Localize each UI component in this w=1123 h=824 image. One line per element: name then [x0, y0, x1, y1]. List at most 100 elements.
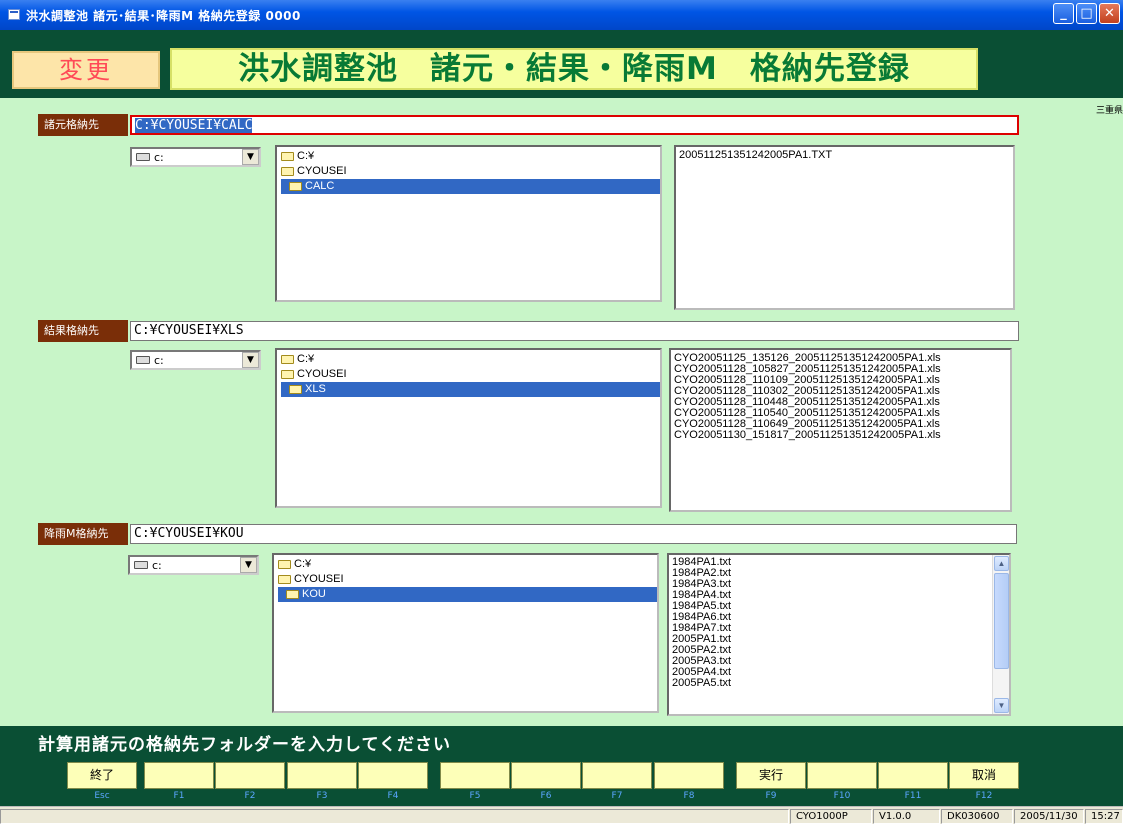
folder-open-icon	[281, 355, 294, 364]
page-title: 洪水調整池 諸元・結果・降雨M 格納先登録	[170, 48, 978, 90]
fkey-esc-caption: Esc	[94, 791, 110, 801]
tree-node-cyousei[interactable]: CYOUSEI	[281, 367, 347, 382]
tree-node-root[interactable]: C:¥	[281, 352, 314, 367]
results-folder-label: 結果格納先	[38, 320, 128, 342]
results-folder-tree[interactable]: C:¥ CYOUSEI XLS	[275, 348, 662, 508]
results-drive-value: c:	[154, 354, 164, 367]
drive-icon	[136, 153, 150, 161]
tree-node-selected[interactable]: KOU	[278, 587, 657, 602]
tree-node-cyousei[interactable]: CYOUSEI	[278, 572, 344, 587]
rain-file-list[interactable]: 1984PA1.txt 1984PA2.txt 1984PA3.txt 1984…	[667, 553, 1011, 716]
folder-open-icon	[289, 182, 302, 191]
fkey-f10-caption: F10	[833, 791, 851, 801]
close-button[interactable]: ✕	[1099, 3, 1120, 24]
chevron-up-icon: ▲	[997, 559, 1006, 568]
folder-open-icon	[289, 385, 302, 394]
specs-drive-select[interactable]: c: ▼	[130, 147, 261, 167]
fkey-f10-button[interactable]	[807, 762, 877, 789]
list-item[interactable]: 200511251351242005PA1.TXT	[679, 150, 832, 161]
fkey-f4-caption: F4	[387, 791, 399, 801]
specs-folder-tree[interactable]: C:¥ CYOUSEI CALC	[275, 145, 662, 302]
fkey-f5-button[interactable]	[440, 762, 510, 789]
fkey-f9-caption: F9	[765, 791, 777, 801]
fkey-f5-caption: F5	[469, 791, 481, 801]
fkey-f6-caption: F6	[540, 791, 552, 801]
rain-path-text: C:¥CYOUSEI¥KOU	[134, 526, 244, 541]
specs-drive-value: c:	[154, 151, 164, 164]
window-title: 洪水調整池 諸元･結果･降雨M 格納先登録 0000	[26, 9, 301, 23]
drive-icon	[136, 356, 150, 364]
app-icon[interactable]	[8, 9, 20, 20]
fkey-f11-caption: F11	[904, 791, 922, 801]
specs-folder-label: 諸元格納先	[38, 114, 128, 136]
fkey-f3-button[interactable]	[287, 762, 357, 789]
chevron-down-icon[interactable]: ▼	[240, 557, 257, 573]
minimize-icon: _	[1060, 6, 1067, 21]
fkey-f7-button[interactable]	[582, 762, 652, 789]
fkey-f12-caption: F12	[975, 791, 993, 801]
rain-folder-tree[interactable]: C:¥ CYOUSEI KOU	[272, 553, 659, 713]
list-item[interactable]: CYO20051130_151817_200511251351242005PA1…	[674, 430, 941, 441]
rain-drive-value: c:	[152, 559, 162, 572]
mode-badge: 変更	[12, 51, 160, 89]
tree-node-root[interactable]: C:¥	[278, 557, 311, 572]
region-label: 三重県	[1095, 106, 1123, 116]
tree-node-root[interactable]: C:¥	[281, 149, 314, 164]
fkey-esc-button[interactable]: 終了	[67, 762, 137, 789]
chevron-down-icon[interactable]: ▼	[242, 149, 259, 165]
fkey-f9-button[interactable]: 実行	[736, 762, 806, 789]
chevron-down-icon: ▼	[997, 701, 1006, 710]
fkey-f8-caption: F8	[683, 791, 695, 801]
status-message: 計算用諸元の格納先フォルダーを入力してください	[38, 735, 451, 755]
specs-path-input[interactable]: C:¥CYOUSEI¥CALC	[130, 115, 1019, 135]
folder-open-icon	[281, 370, 294, 379]
minimize-button[interactable]: _	[1053, 3, 1074, 24]
tree-node-cyousei[interactable]: CYOUSEI	[281, 164, 347, 179]
drive-icon	[134, 561, 148, 569]
folder-open-icon	[278, 575, 291, 584]
vertical-scrollbar[interactable]: ▲ ▼	[992, 555, 1009, 714]
results-file-list[interactable]: CYO20051125_135126_200511251351242005PA1…	[669, 348, 1012, 512]
header-band: 変更 洪水調整池 諸元・結果・降雨M 格納先登録	[0, 30, 1123, 98]
fkey-f6-button[interactable]	[511, 762, 581, 789]
folder-open-icon	[281, 152, 294, 161]
fkey-f3-caption: F3	[316, 791, 328, 801]
status-time: 15:27	[1085, 809, 1123, 824]
status-cell-blank	[0, 809, 789, 824]
status-date: 2005/11/30	[1014, 809, 1084, 824]
specs-path-text: C:¥CYOUSEI¥CALC	[135, 118, 253, 133]
list-item[interactable]: 2005PA5.txt	[672, 678, 731, 689]
fkey-f1-button[interactable]	[144, 762, 214, 789]
fkey-f11-button[interactable]	[878, 762, 948, 789]
rain-drive-select[interactable]: c: ▼	[128, 555, 259, 575]
program-id: CYO1000P	[790, 809, 872, 824]
system-code: DK030600	[941, 809, 1013, 824]
rain-path-input[interactable]: C:¥CYOUSEI¥KOU	[130, 524, 1017, 544]
folder-open-icon	[286, 590, 299, 599]
results-path-input[interactable]: C:¥CYOUSEI¥XLS	[130, 321, 1019, 341]
fkey-f7-caption: F7	[611, 791, 623, 801]
scroll-thumb[interactable]	[994, 573, 1009, 669]
scroll-down-button[interactable]: ▼	[994, 698, 1009, 713]
tree-node-selected[interactable]: XLS	[281, 382, 660, 397]
maximize-icon: □	[1080, 6, 1093, 21]
rain-folder-label: 降雨M格納先	[38, 523, 128, 545]
chevron-down-icon[interactable]: ▼	[242, 352, 259, 368]
results-path-text: C:¥CYOUSEI¥XLS	[134, 323, 244, 338]
tree-node-selected[interactable]: CALC	[281, 179, 660, 194]
close-icon: ✕	[1104, 6, 1115, 21]
version: V1.0.0	[873, 809, 940, 824]
fkey-f2-caption: F2	[244, 791, 256, 801]
maximize-button[interactable]: □	[1076, 3, 1097, 24]
fkey-f8-button[interactable]	[654, 762, 724, 789]
specs-file-list[interactable]: 200511251351242005PA1.TXT	[674, 145, 1015, 310]
fkey-f1-caption: F1	[173, 791, 185, 801]
fkey-f4-button[interactable]	[358, 762, 428, 789]
title-bar: 洪水調整池 諸元･結果･降雨M 格納先登録 0000 _ □ ✕	[0, 0, 1123, 30]
scroll-up-button[interactable]: ▲	[994, 556, 1009, 571]
status-bar: CYO1000P V1.0.0 DK030600 2005/11/30 15:2…	[0, 806, 1123, 824]
results-drive-select[interactable]: c: ▼	[130, 350, 261, 370]
fkey-f12-button[interactable]: 取消	[949, 762, 1019, 789]
folder-open-icon	[278, 560, 291, 569]
fkey-f2-button[interactable]	[215, 762, 285, 789]
